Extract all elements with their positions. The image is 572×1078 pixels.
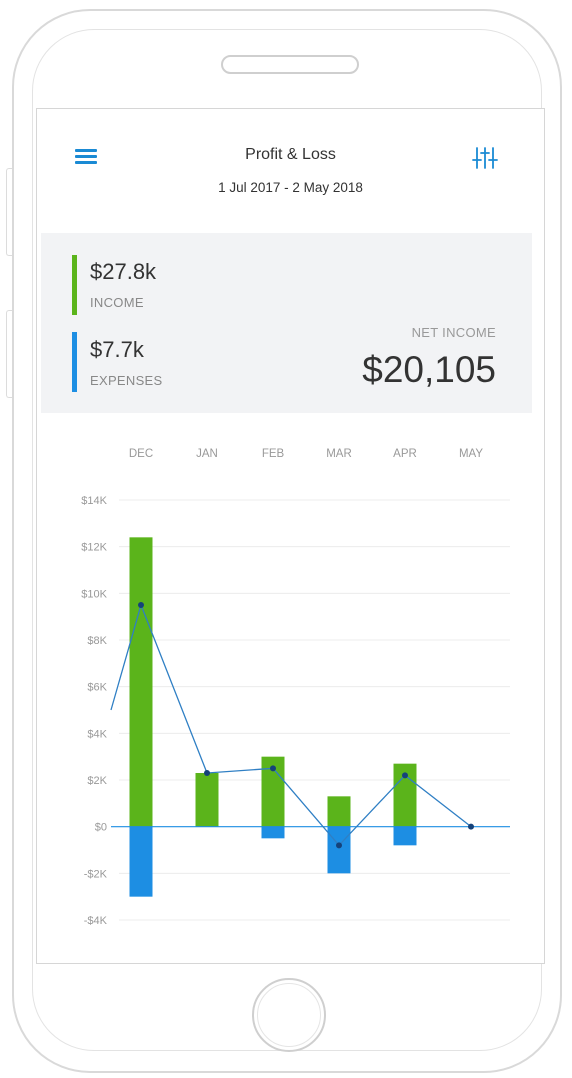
x-tick-label: JAN <box>196 448 218 460</box>
net-income-point <box>204 770 210 776</box>
y-tick-label: $8K <box>87 635 107 647</box>
expenses-label: EXPENSES <box>90 373 163 388</box>
net-income-point <box>336 842 342 849</box>
net-income-point <box>138 602 144 608</box>
expenses-indicator <box>72 332 77 392</box>
income-indicator <box>72 255 77 315</box>
summary-panel: $27.8k INCOME $7.7k EXPENSES NET INCOME … <box>41 233 532 413</box>
y-tick-label: -$4K <box>84 915 108 927</box>
income-value: $27.8k <box>90 259 157 284</box>
home-button[interactable] <box>252 978 326 1052</box>
volume-up-button <box>6 168 12 256</box>
income-bar <box>195 773 219 827</box>
y-tick-label: $0 <box>95 822 107 834</box>
x-tick-label: APR <box>393 448 417 460</box>
y-tick-label: -$2K <box>84 868 108 880</box>
x-tick-label: MAY <box>459 448 483 460</box>
page-title: Profit & Loss <box>245 146 336 163</box>
expenses-bar <box>261 826 285 839</box>
expenses-bar <box>327 826 351 874</box>
sliders-filter-icon[interactable] <box>471 144 499 172</box>
net-income-point <box>402 772 408 779</box>
x-tick-label: DEC <box>129 448 153 460</box>
net-income-line <box>110 602 472 847</box>
profit-loss-chart[interactable]: $14K $12K $10K $8K $6K $4K $2K $0 -$2K -$4K DEC JAN… <box>37 413 545 964</box>
x-tick-label: FEB <box>262 448 285 460</box>
income-bar <box>129 537 153 827</box>
app-header: Profit & Loss 1 Jul 2017 - 2 May 2018 <box>37 109 544 233</box>
net-income-point <box>468 823 474 830</box>
date-range: 1 Jul 2017 - 2 May 2018 <box>218 180 363 195</box>
y-tick-label: $14K <box>81 495 107 507</box>
net-income-value: $20,105 <box>362 349 496 390</box>
speaker-grille <box>221 55 359 74</box>
y-tick-label: $6K <box>87 682 107 694</box>
expenses-bar <box>129 826 153 897</box>
expenses-value: $7.7k <box>90 337 144 362</box>
income-label: INCOME <box>90 295 144 310</box>
x-tick-label: MAR <box>326 448 352 460</box>
expenses-bar <box>393 826 417 846</box>
net-income-point <box>270 765 276 772</box>
y-tick-label: $4K <box>87 728 107 740</box>
y-tick-label: $10K <box>81 588 107 600</box>
y-tick-label: $12K <box>81 542 107 554</box>
volume-down-button <box>6 310 12 398</box>
net-income-label: NET INCOME <box>411 325 496 340</box>
app-screen: Profit & Loss 1 Jul 2017 - 2 May 2018 $2… <box>36 108 545 964</box>
income-bar <box>327 796 351 827</box>
y-tick-label: $2K <box>87 775 107 787</box>
